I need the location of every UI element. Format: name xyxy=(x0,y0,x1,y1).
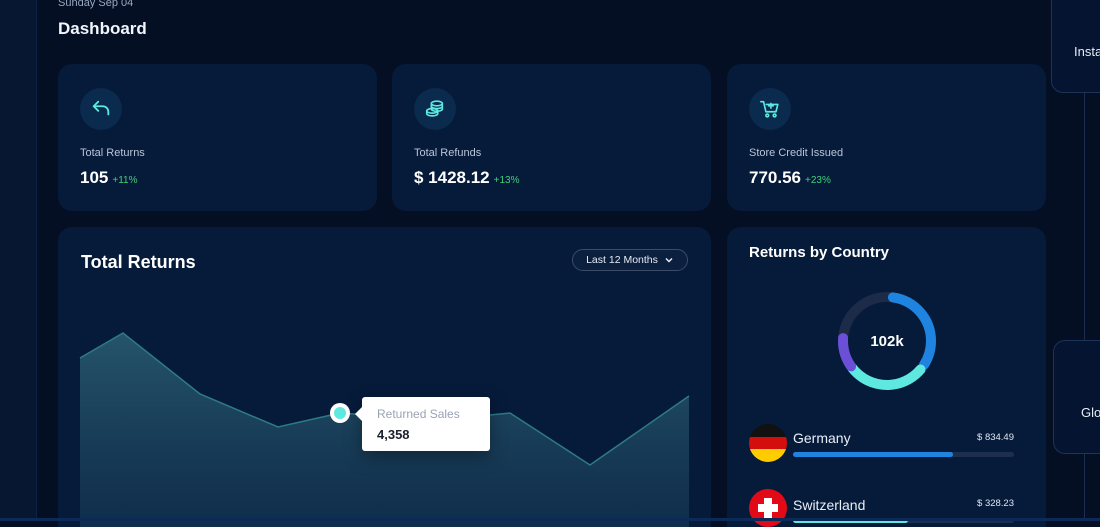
stat-label: Store Credit Issued xyxy=(749,147,844,159)
side-connector-line xyxy=(1084,452,1085,521)
stat-value: 105 +11% xyxy=(80,168,138,187)
stat-label: Total Returns xyxy=(80,147,145,159)
stat-delta: +11% xyxy=(112,175,138,186)
donut-total: 102k xyxy=(870,332,904,350)
return-arrow-icon xyxy=(80,88,122,130)
side-panel-card-2[interactable]: Glo xyxy=(1053,340,1100,454)
country-bar-fill xyxy=(793,452,953,457)
total-returns-chart-card: Total Returns Last 12 Months Returned Sa… xyxy=(58,227,711,527)
country-bar-track xyxy=(793,452,1014,457)
country-title: Returns by Country xyxy=(749,244,890,261)
country-amount: $ 328.23 xyxy=(977,498,1014,509)
stat-value: 770.56 +23% xyxy=(749,168,831,187)
side-panel-card-1[interactable]: Insta xyxy=(1051,0,1100,93)
side-panel-label: Glo xyxy=(1081,405,1100,420)
side-panel-label: Insta xyxy=(1074,44,1100,59)
page-title: Dashboard xyxy=(58,19,147,38)
stat-label: Total Refunds xyxy=(414,147,482,159)
returns-by-country-card: Returns by Country 102k Germany $ 834.49… xyxy=(727,227,1046,527)
germany-flag-icon xyxy=(749,424,787,462)
stat-delta: +13% xyxy=(493,175,520,186)
tooltip-label: Returned Sales xyxy=(377,407,460,421)
stat-card-total-returns: Total Returns 105 +11% xyxy=(58,64,377,211)
stat-delta: +23% xyxy=(805,175,831,186)
side-connector-line xyxy=(1084,90,1085,340)
stat-card-total-refunds: Total Refunds $ 1428.12 +13% xyxy=(392,64,711,211)
country-name: Germany xyxy=(793,430,851,446)
stat-card-store-credit: Store Credit Issued 770.56 +23% xyxy=(727,64,1046,211)
returns-area-chart xyxy=(79,332,690,527)
coins-icon xyxy=(414,88,456,130)
left-divider xyxy=(36,0,37,521)
stat-value: $ 1428.12 +13% xyxy=(414,168,520,187)
switzerland-flag-icon xyxy=(749,489,787,527)
current-date: Sunday Sep 04 xyxy=(58,0,134,9)
left-sidebar-strip xyxy=(0,0,36,521)
country-amount: $ 834.49 xyxy=(977,432,1014,443)
country-name: Switzerland xyxy=(793,497,866,513)
chart-tooltip: Returned Sales 4,358 xyxy=(355,397,490,451)
tooltip-value: 4,358 xyxy=(377,427,410,442)
cart-icon xyxy=(749,88,791,130)
highlight-point-core xyxy=(334,407,346,419)
